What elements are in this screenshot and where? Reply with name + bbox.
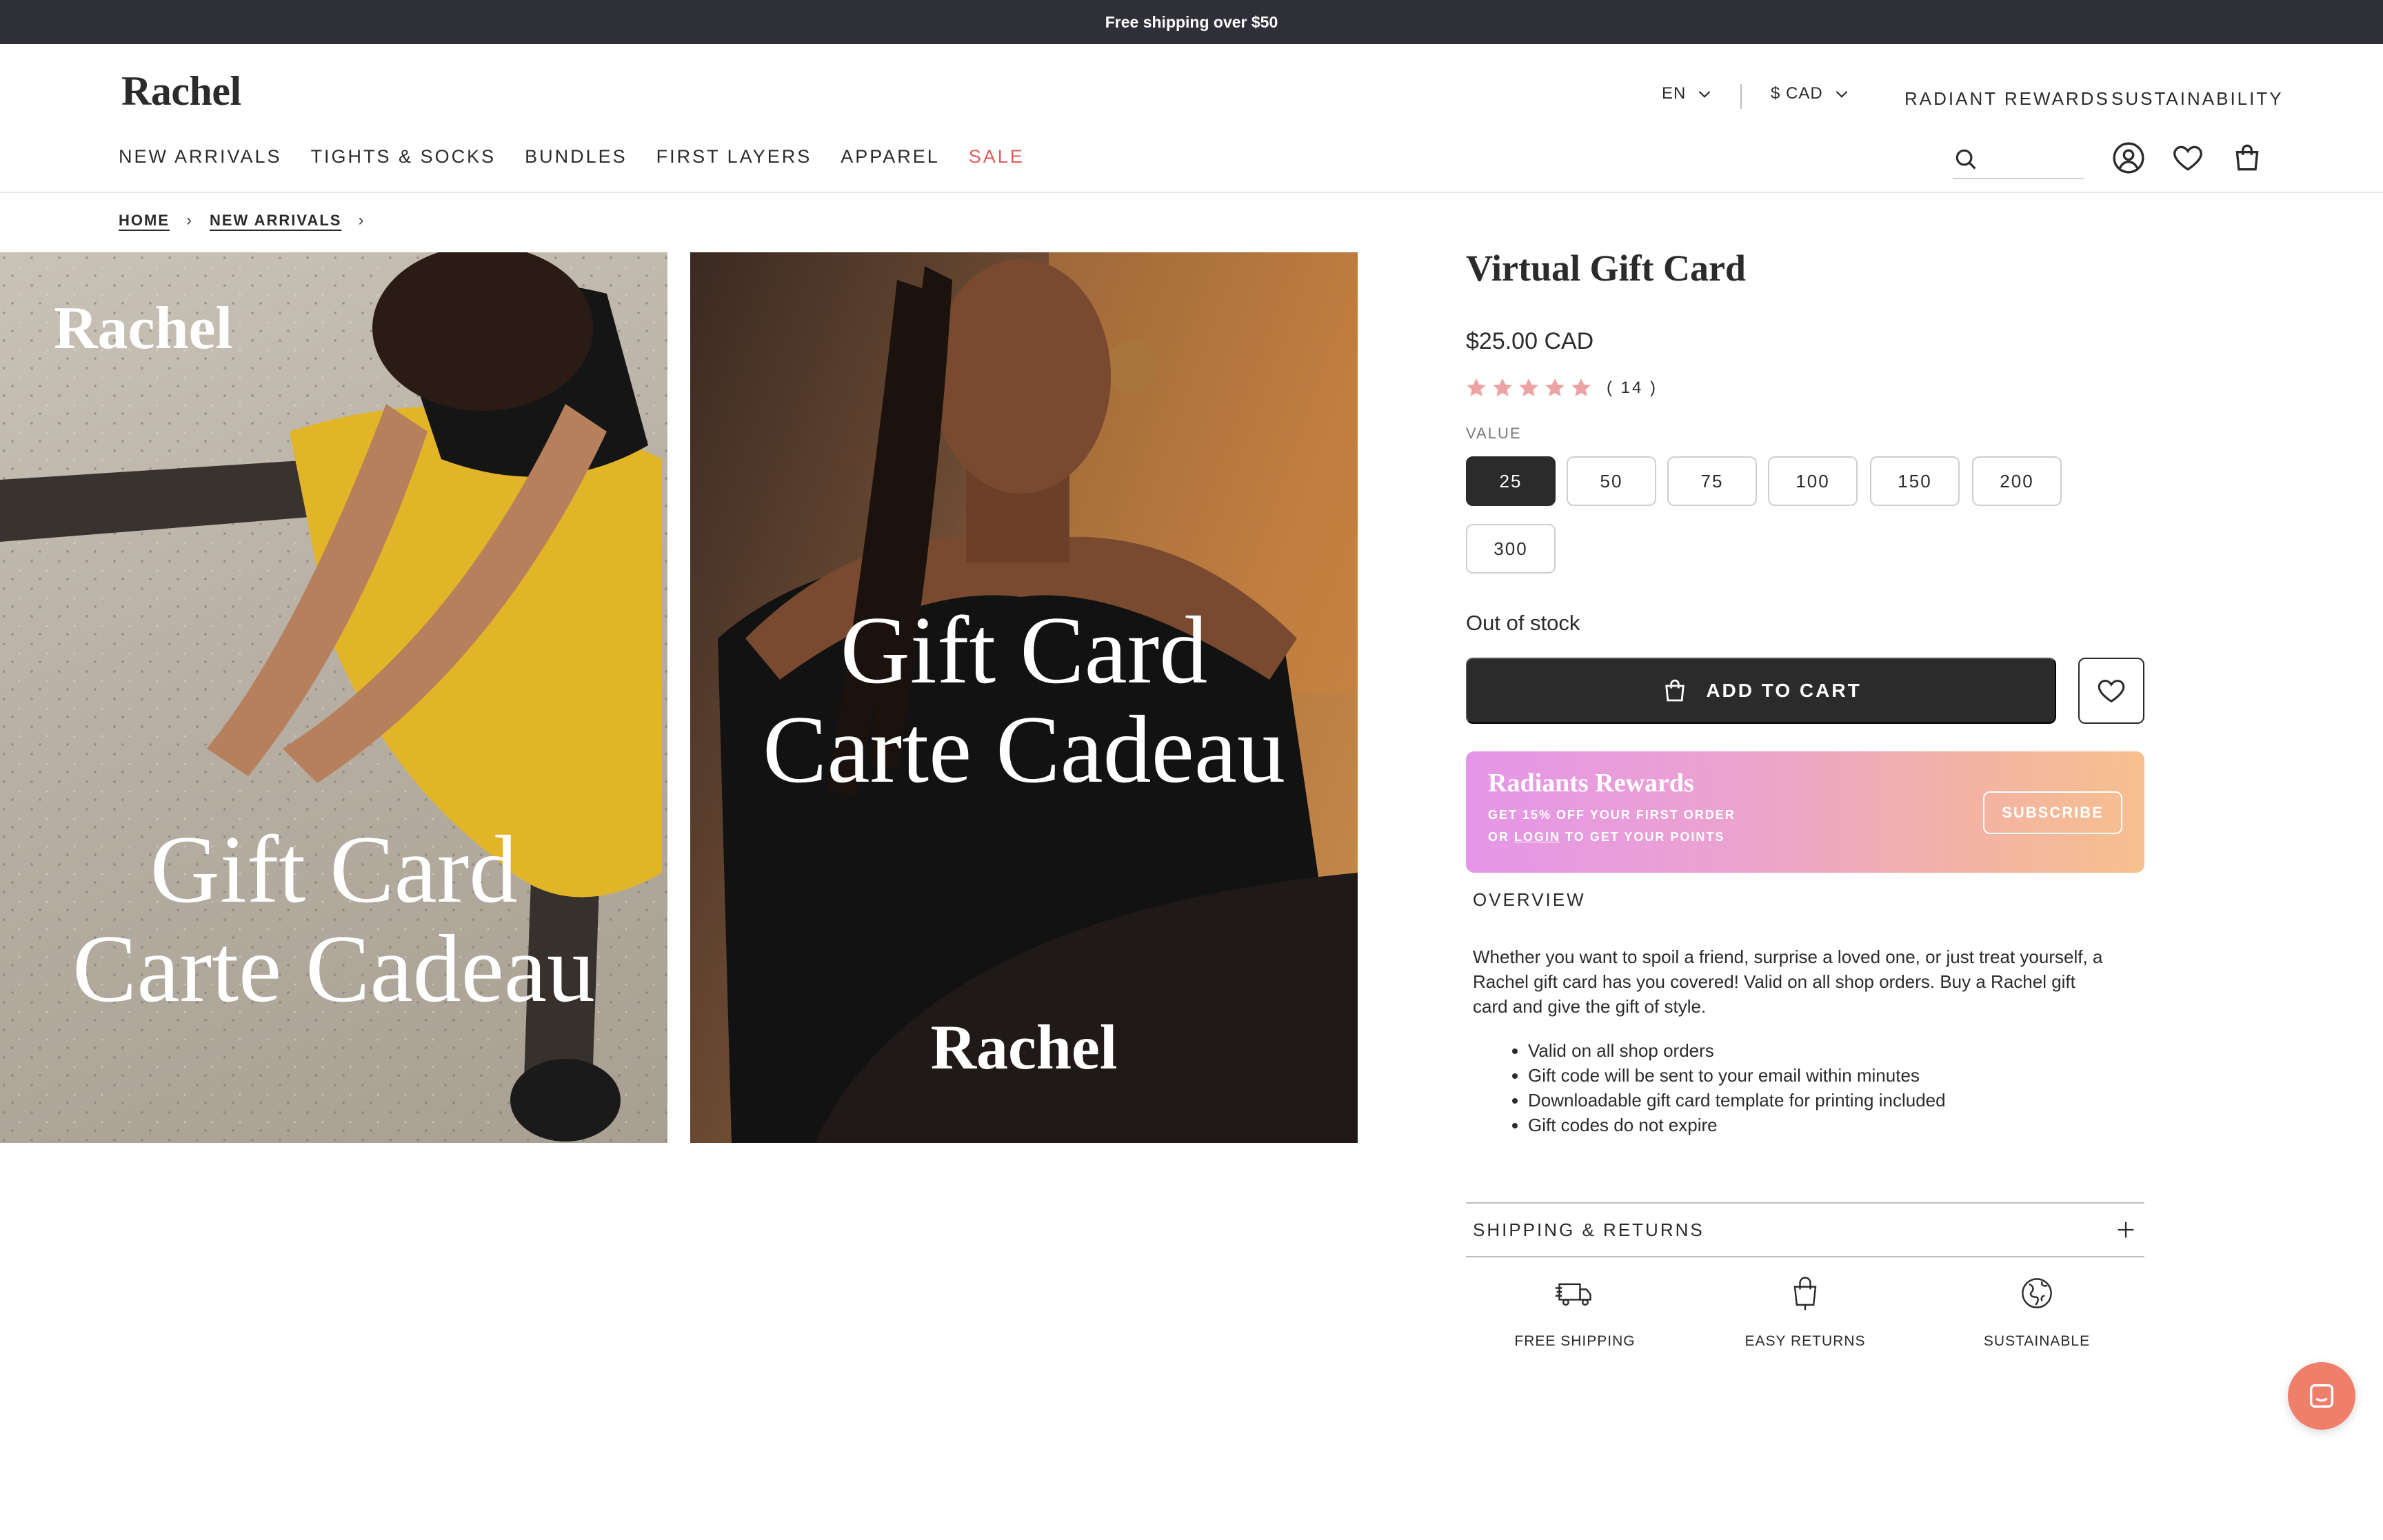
- header-divider: [1740, 84, 1742, 109]
- rewards-login-link[interactable]: LOGIN: [1514, 830, 1560, 844]
- nav-sale[interactable]: SALE: [969, 146, 1025, 168]
- value-option-150[interactable]: 150: [1870, 456, 1960, 506]
- image-gift-line-2: Carte Cadeau: [72, 915, 595, 1023]
- value-option-25[interactable]: 25: [1466, 456, 1556, 506]
- review-count[interactable]: ( 14 ): [1607, 378, 1658, 398]
- breadcrumb: HOME › NEW ARRIVALS ›: [119, 211, 365, 230]
- image-gift-line-1: Gift Card: [840, 597, 1208, 704]
- shipping-returns-label: SHIPPING & RETURNS: [1473, 1219, 1705, 1240]
- list-item: Downloadable gift card template for prin…: [1528, 1088, 1946, 1113]
- image-brand-logo: Rachel: [54, 295, 233, 362]
- sustainability-link[interactable]: SUSTAINABILITY: [2111, 88, 2284, 110]
- nav-apparel[interactable]: APPAREL: [841, 146, 940, 168]
- image-gift-line-2: Carte Cadeau: [763, 696, 1285, 804]
- heart-icon: [2098, 680, 2125, 703]
- main-nav: NEW ARRIVALS TIGHTS & SOCKS BUNDLES FIRS…: [119, 146, 1025, 168]
- image-brand-logo: Rachel: [930, 1012, 1118, 1082]
- star-icon: [1519, 378, 1538, 396]
- language-value: EN: [1662, 84, 1687, 103]
- feature-easy-returns: EASY RETURNS: [1722, 1273, 1888, 1350]
- overview-bullets: Valid on all shop orders Gift code will …: [1528, 1038, 1946, 1137]
- value-option-75[interactable]: 75: [1667, 456, 1757, 506]
- image-gift-card-text: Gift Card Carte Cadeau: [690, 597, 1358, 804]
- feature-label: FREE SHIPPING: [1514, 1333, 1636, 1349]
- breadcrumb-separator-icon: ›: [358, 211, 365, 230]
- product-image-1[interactable]: Rachel Gift Card Carte Cadeau: [0, 252, 667, 1143]
- currency-selector[interactable]: $ CAD: [1771, 84, 1851, 103]
- nav-bundles[interactable]: BUNDLES: [525, 146, 627, 168]
- search-icon: [1955, 149, 1976, 170]
- value-option-50[interactable]: 50: [1567, 456, 1656, 506]
- announcement-text: Free shipping over $50: [1105, 12, 1278, 31]
- site-logo[interactable]: Rachel: [121, 68, 241, 115]
- account-icon[interactable]: [2111, 141, 2146, 175]
- rewards-title: Radiants Rewards: [1488, 769, 1694, 798]
- nav-tights-socks[interactable]: TIGHTS & SOCKS: [311, 146, 496, 168]
- globe-icon: [2022, 1278, 2052, 1308]
- delivery-truck-icon: [1555, 1283, 1591, 1306]
- breadcrumb-home[interactable]: HOME: [119, 212, 170, 230]
- image-gift-card-text: Gift Card Carte Cadeau: [0, 820, 667, 1019]
- shopping-bag-icon: [1665, 679, 1685, 702]
- star-icon: [1467, 378, 1486, 396]
- image-gift-line-1: Gift Card: [150, 816, 518, 923]
- value-option-300[interactable]: 300: [1466, 524, 1556, 574]
- plus-icon: [2118, 1222, 2134, 1238]
- list-item: Gift code will be sent to your email wit…: [1528, 1063, 1946, 1088]
- list-item: Gift codes do not expire: [1528, 1113, 1946, 1137]
- radiant-rewards-link[interactable]: RADIANT REWARDS: [1904, 88, 2110, 110]
- breadcrumb-new-arrivals[interactable]: NEW ARRIVALS: [210, 212, 341, 230]
- nav-new-arrivals[interactable]: NEW ARRIVALS: [119, 146, 282, 168]
- rewards-login-suffix: TO GET YOUR POINTS: [1565, 830, 1725, 844]
- shipping-returns-accordion[interactable]: SHIPPING & RETURNS: [1466, 1204, 2144, 1256]
- list-item: Valid on all shop orders: [1528, 1038, 1946, 1063]
- announcement-bar: Free shipping over $50: [0, 0, 2383, 44]
- star-icon: [1545, 378, 1565, 396]
- chevron-down-icon: [1836, 90, 1848, 98]
- chat-button[interactable]: [2288, 1362, 2355, 1430]
- shopping-bag-return-icon: [1793, 1277, 1817, 1310]
- language-selector[interactable]: EN: [1662, 84, 1713, 103]
- rewards-login-line: OR LOGIN TO GET YOUR POINTS: [1488, 830, 1725, 844]
- product-image-2[interactable]: Gift Card Carte Cadeau Rachel: [690, 252, 1358, 1143]
- cart-icon[interactable]: [2230, 141, 2264, 175]
- wishlist-icon[interactable]: [2171, 141, 2205, 175]
- search-box[interactable]: [1953, 142, 2084, 179]
- rewards-login-prefix: OR: [1488, 830, 1509, 844]
- star-icon: [1571, 378, 1591, 396]
- overview-text: Whether you want to spoil a friend, surp…: [1473, 946, 2103, 1017]
- product-price: $25.00 CAD: [1466, 328, 1594, 354]
- feature-label: SUSTAINABLE: [1983, 1333, 2091, 1349]
- value-label: VALUE: [1466, 425, 1522, 442]
- chevron-down-icon: [1698, 90, 1711, 98]
- subscribe-button[interactable]: SUBSCRIBE: [1983, 791, 2122, 834]
- accordion-divider: [1466, 1256, 2144, 1257]
- nav-first-layers[interactable]: FIRST LAYERS: [656, 146, 812, 168]
- breadcrumb-separator-icon: ›: [186, 211, 193, 230]
- overview-heading: OVERVIEW: [1473, 889, 1586, 910]
- header-divider-line: [0, 192, 2383, 193]
- feature-free-shipping: FREE SHIPPING: [1492, 1273, 1658, 1350]
- stock-status: Out of stock: [1466, 611, 1580, 635]
- add-to-cart-button[interactable]: ADD TO CART: [1466, 658, 2056, 724]
- chat-icon: [2309, 1384, 2334, 1408]
- feature-sustainable: SUSTAINABLE: [1954, 1273, 2120, 1350]
- add-to-wishlist-button[interactable]: [2078, 658, 2144, 724]
- feature-label: EASY RETURNS: [1744, 1333, 1866, 1349]
- product-rating[interactable]: ( 14 ): [1465, 376, 1658, 400]
- product-title: Virtual Gift Card: [1466, 247, 1746, 289]
- search-input[interactable]: [1987, 145, 2081, 172]
- add-to-cart-label: ADD TO CART: [1706, 680, 1862, 701]
- rewards-banner: Radiants Rewards GET 15% OFF YOUR FIRST …: [1466, 751, 2144, 873]
- star-icon: [1493, 378, 1512, 396]
- value-option-100[interactable]: 100: [1768, 456, 1858, 506]
- currency-value: $ CAD: [1771, 84, 1823, 103]
- rewards-offer: GET 15% OFF YOUR FIRST ORDER: [1488, 808, 1736, 822]
- value-option-200[interactable]: 200: [1972, 456, 2062, 506]
